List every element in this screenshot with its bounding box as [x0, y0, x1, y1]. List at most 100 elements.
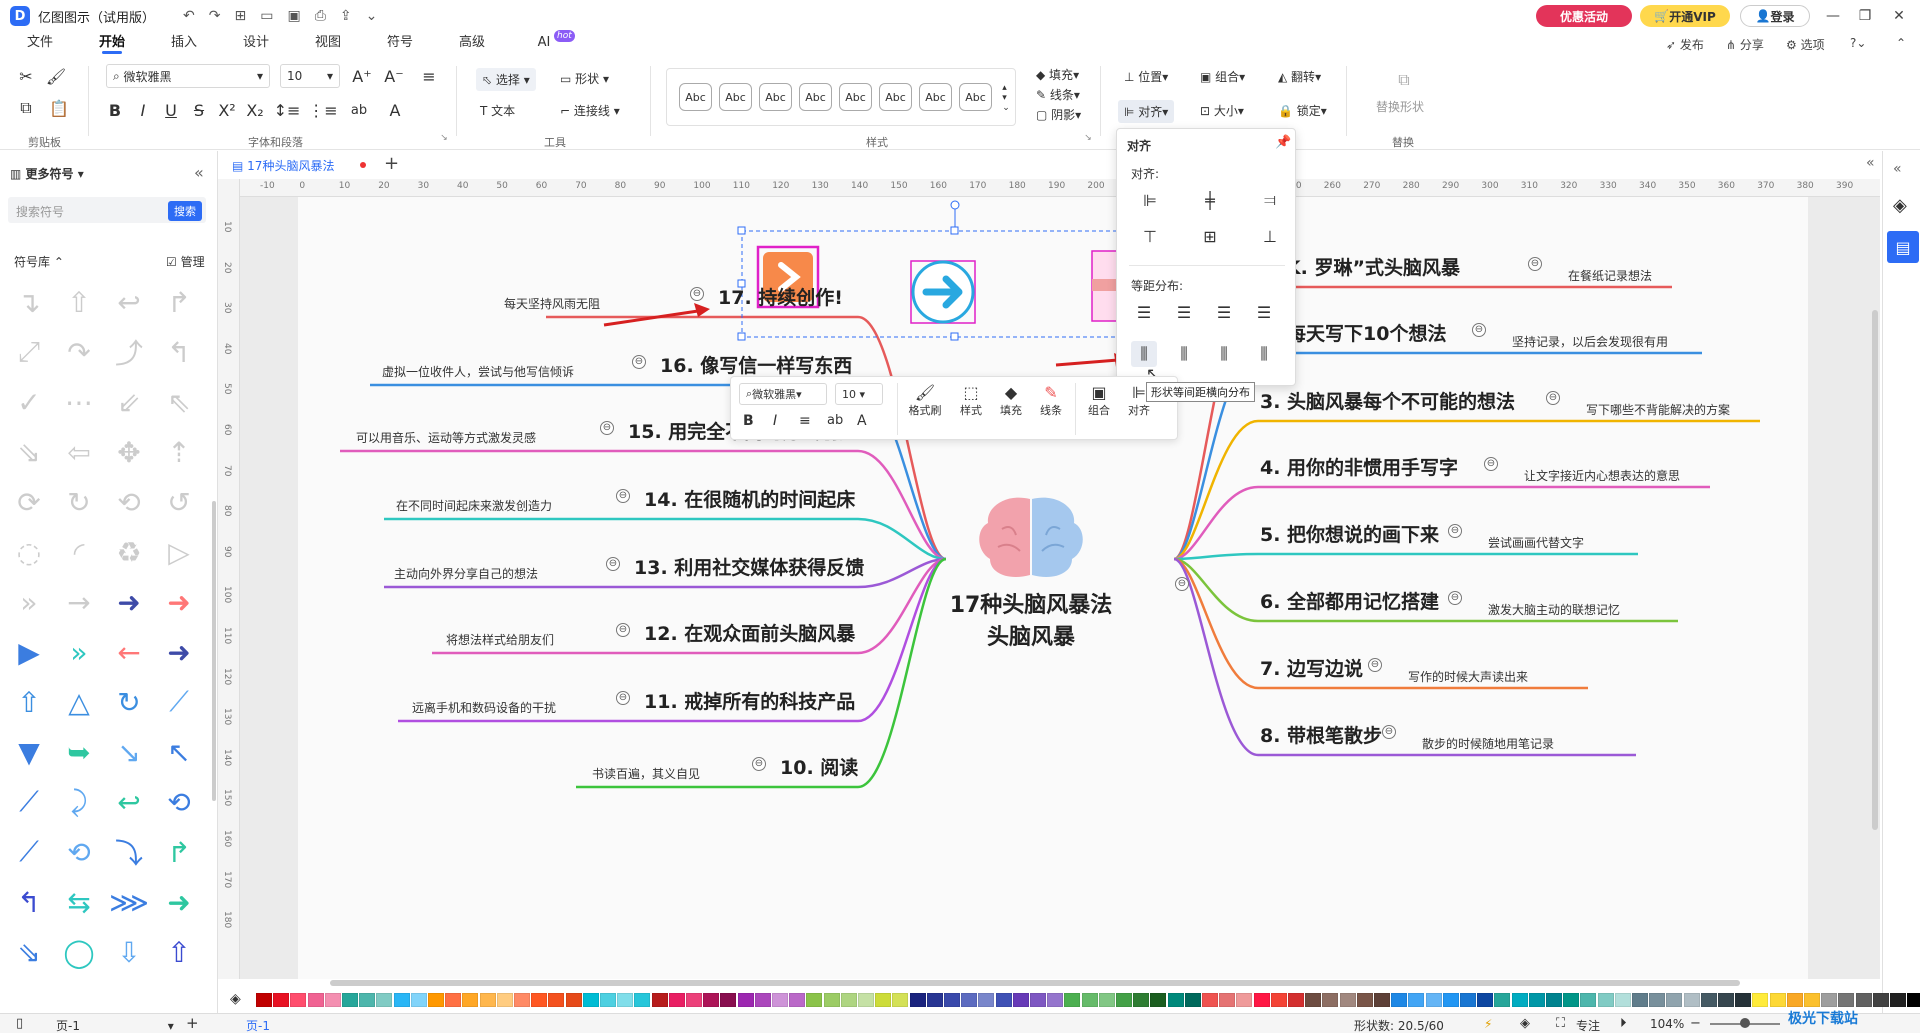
float-bold-icon[interactable]: B [743, 413, 754, 429]
color-swatch[interactable] [1339, 993, 1356, 1007]
symbol-library-toggle[interactable]: 符号库 ⌃ [14, 253, 64, 270]
left-branch-topic[interactable]: 12. 在观众面前头脑风暴 [644, 619, 855, 646]
right-branch-topic[interactable]: 5. 把你想说的画下来 [1260, 520, 1439, 547]
style-preset[interactable]: Abc [719, 83, 752, 111]
font-color-icon[interactable]: A [380, 98, 410, 122]
float-size-select[interactable]: 10 ▾ [835, 383, 883, 405]
zoom-out-icon[interactable]: − [1690, 1016, 1701, 1031]
float-group[interactable]: ▣ 组合 [1081, 383, 1117, 418]
color-swatch[interactable] [1614, 993, 1631, 1007]
right-branch-note[interactable]: 让文字接近内心想表达的意思 [1524, 467, 1680, 484]
color-swatch[interactable] [462, 993, 479, 1007]
distribute-horizontal-right-icon[interactable]: ⫼ [1251, 341, 1277, 367]
color-swatch[interactable] [1442, 993, 1459, 1007]
menu-symbol[interactable]: 符号 [364, 32, 436, 54]
color-swatch[interactable] [875, 993, 892, 1007]
vertical-scrollbar[interactable] [1872, 310, 1878, 830]
symbol-arrow-icon[interactable]: ➜ [160, 583, 198, 621]
style-dialog-launcher-icon[interactable]: ↘ [1082, 132, 1094, 144]
color-swatch[interactable] [1116, 993, 1132, 1007]
right-branch-topic[interactable]: 8. 带根笔散步 [1260, 721, 1382, 748]
color-swatch[interactable] [1081, 993, 1098, 1007]
page-panel-icon[interactable]: ▤ [1887, 231, 1919, 263]
color-swatch[interactable] [1872, 993, 1889, 1007]
color-swatch[interactable] [720, 993, 737, 1007]
symbol-arrow-icon[interactable]: » [10, 583, 48, 621]
color-swatch[interactable] [1511, 993, 1528, 1007]
manage-button[interactable]: ☑ 管理 [166, 253, 205, 270]
left-branch-note[interactable]: 书读百遍，其义自见 [592, 765, 700, 782]
color-swatch[interactable] [496, 993, 513, 1007]
symbol-arrow-icon[interactable]: ⟳ [10, 483, 48, 521]
float-line[interactable]: ✎ 线条 [1033, 383, 1069, 418]
color-swatch[interactable] [1219, 993, 1236, 1007]
symbol-arrow-icon[interactable]: ✥ [110, 433, 148, 471]
right-branch-topic[interactable]: 3. 头脑风暴每个不可能的想法 [1260, 387, 1515, 414]
color-swatch[interactable] [737, 993, 754, 1007]
symbol-arrow-icon[interactable]: ⇘ [10, 433, 48, 471]
color-swatch[interactable] [1597, 993, 1614, 1007]
symbol-arrow-icon[interactable]: ✓ [10, 383, 48, 421]
center-collapse-icon[interactable]: ⊖ [1175, 577, 1189, 591]
float-case-icon[interactable]: ab [827, 413, 843, 428]
symbol-arrow-icon[interactable]: ⟲ [110, 483, 148, 521]
pin-icon[interactable]: 📌 [1275, 135, 1291, 150]
search-button[interactable]: 搜索 [168, 201, 202, 221]
menu-design[interactable]: 设计 [220, 32, 292, 54]
symbol-arrow-icon[interactable]: ⋯ [60, 383, 98, 421]
line-spacing-icon[interactable]: ↕≡ [272, 98, 302, 122]
resize-handle[interactable] [737, 226, 746, 235]
collapse-icon[interactable]: ⊖ [690, 287, 704, 301]
expand-right-panel-icon[interactable]: « [1866, 155, 1875, 171]
color-swatch[interactable] [1786, 993, 1803, 1007]
minimize-icon[interactable]: — [1818, 4, 1848, 28]
resize-handle[interactable] [950, 332, 959, 341]
align-top-icon[interactable]: ⊤ [1137, 223, 1163, 249]
color-swatch[interactable] [1907, 993, 1920, 1007]
symbol-arrow-icon[interactable]: ⇘ [10, 933, 48, 971]
more-icon[interactable]: ⌄ [366, 8, 378, 24]
color-swatch[interactable] [1236, 993, 1253, 1007]
color-swatch[interactable] [1047, 993, 1064, 1007]
ribbon-collapse-icon[interactable]: ⌃ [1896, 36, 1906, 50]
panel-scrollbar[interactable] [212, 501, 216, 801]
style-preset[interactable]: Abc [839, 83, 872, 111]
play-icon[interactable]: ⏵ [1620, 1016, 1627, 1031]
color-swatch[interactable] [1408, 993, 1425, 1007]
color-swatch[interactable] [514, 993, 530, 1007]
left-branch-note[interactable]: 每天坚持风雨无阻 [504, 295, 600, 312]
collapse-icon[interactable]: ⊖ [600, 421, 614, 435]
menu-ai[interactable]: AI hot [508, 30, 580, 54]
left-branch-note[interactable]: 虚拟一位收件人，尝试与他写信倾诉 [382, 363, 574, 380]
align-right-icon[interactable]: ⫤ [1257, 187, 1283, 213]
color-swatch[interactable] [1133, 993, 1150, 1007]
fill-bucket-icon[interactable]: ◈ [230, 991, 241, 1007]
color-swatch[interactable] [1769, 993, 1786, 1007]
color-swatch[interactable] [754, 993, 771, 1007]
color-swatch[interactable] [1356, 993, 1373, 1007]
vip-button[interactable]: 🛒 开通VIP [1640, 5, 1730, 27]
format-painter-icon[interactable]: 🖌 [44, 64, 68, 88]
color-swatch[interactable] [961, 993, 978, 1007]
color-swatch[interactable] [703, 993, 720, 1007]
symbol-arrow-icon[interactable]: ⤸ [60, 783, 98, 821]
symbol-arrow-icon[interactable]: ➥ [60, 733, 98, 771]
color-swatch[interactable] [1838, 993, 1855, 1007]
symbol-arrow-icon[interactable]: ◯ [60, 933, 98, 971]
resize-handle[interactable] [737, 332, 746, 341]
color-swatch[interactable] [565, 993, 582, 1007]
focus-label[interactable]: 专注 [1576, 1017, 1600, 1034]
color-swatch[interactable] [273, 993, 290, 1007]
collapse-icon[interactable]: ⊖ [616, 489, 630, 503]
select-tool-button[interactable]: ⬁ 选择 ▾ [476, 68, 536, 91]
symbol-arrow-icon[interactable]: ↘ [110, 733, 148, 771]
font-size-select[interactable]: 10 ▾ [280, 64, 340, 88]
color-swatch[interactable] [1184, 993, 1201, 1007]
color-swatch[interactable] [1064, 993, 1081, 1007]
superscript-icon[interactable]: X² [216, 98, 238, 122]
symbol-arrow-icon[interactable]: ➜ [110, 583, 148, 621]
align-button[interactable]: ⊫ 对齐▾ [1118, 100, 1175, 123]
color-swatch[interactable] [1391, 993, 1408, 1007]
symbol-arrow-icon[interactable]: » [60, 633, 98, 671]
collapse-panel-icon[interactable]: « [194, 163, 204, 182]
